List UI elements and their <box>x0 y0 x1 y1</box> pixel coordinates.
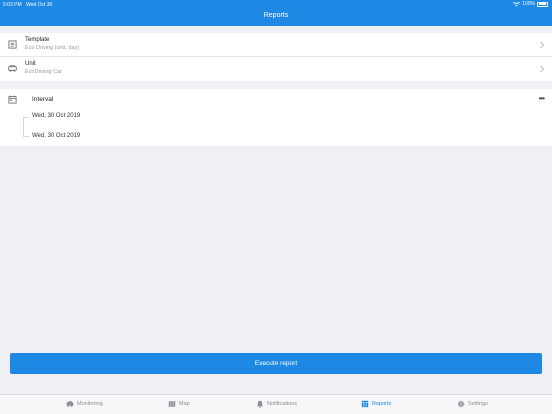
template-label: Template <box>25 37 50 43</box>
status-time: 5:03 PM <box>3 2 22 8</box>
template-row[interactable]: Template Eco Driving (unit, day) <box>0 33 552 57</box>
navigation-bar: 5:03 PM Wed Oct 30 100% Reports <box>0 0 552 26</box>
tab-label: Notifications <box>267 401 297 407</box>
reports-icon <box>361 400 369 408</box>
tab-reports[interactable]: Reports <box>361 400 391 408</box>
tab-notifications[interactable]: Notifications <box>256 400 297 408</box>
car-icon <box>66 401 74 407</box>
tab-label: Settings <box>468 401 488 407</box>
unit-value: EcoDriving Car <box>25 69 62 75</box>
template-icon <box>8 40 17 49</box>
interval-bracket <box>23 117 29 137</box>
calendar-icon <box>8 95 17 104</box>
more-options-icon[interactable]: ••• <box>539 94 545 103</box>
tab-monitoring[interactable]: Monitoring <box>66 400 103 408</box>
chevron-right-icon <box>540 65 545 73</box>
interval-label: Interval <box>32 96 54 103</box>
tab-label: Reports <box>372 401 392 407</box>
status-date: Wed Oct 30 <box>26 2 53 8</box>
interval-from-date[interactable]: Wed, 30 Oct 2019 <box>32 113 80 119</box>
tab-label: Monitoring <box>77 401 103 407</box>
report-parameters-card: Template Eco Driving (unit, day) Unit Ec… <box>0 33 552 81</box>
interval-to-date[interactable]: Wed, 30 Oct 2019 <box>32 133 80 139</box>
tab-label: Map <box>179 401 190 407</box>
bell-icon <box>256 400 264 408</box>
template-value: Eco Driving (unit, day) <box>25 45 80 51</box>
interval-card: Interval ••• Wed, 30 Oct 2019 Wed, 30 Oc… <box>0 89 552 146</box>
tab-settings[interactable]: Settings <box>457 400 488 408</box>
map-icon <box>168 400 176 408</box>
tab-map[interactable]: Map <box>168 400 190 408</box>
chevron-right-icon <box>540 41 545 49</box>
unit-label: Unit <box>25 61 36 67</box>
battery-icon <box>537 1 548 7</box>
gear-icon <box>457 400 465 408</box>
battery-percent: 100% <box>522 1 535 7</box>
execute-report-button[interactable]: Execute report <box>10 353 542 374</box>
unit-row[interactable]: Unit EcoDriving Car <box>0 57 552 81</box>
status-bar: 5:03 PM Wed Oct 30 100% <box>0 0 552 9</box>
tab-bar: Monitoring Map Notifications Reports Set… <box>0 394 552 414</box>
status-right: 100% <box>513 1 548 7</box>
page-title: Reports <box>263 12 289 19</box>
car-icon <box>8 65 17 72</box>
wifi-icon <box>513 1 521 6</box>
